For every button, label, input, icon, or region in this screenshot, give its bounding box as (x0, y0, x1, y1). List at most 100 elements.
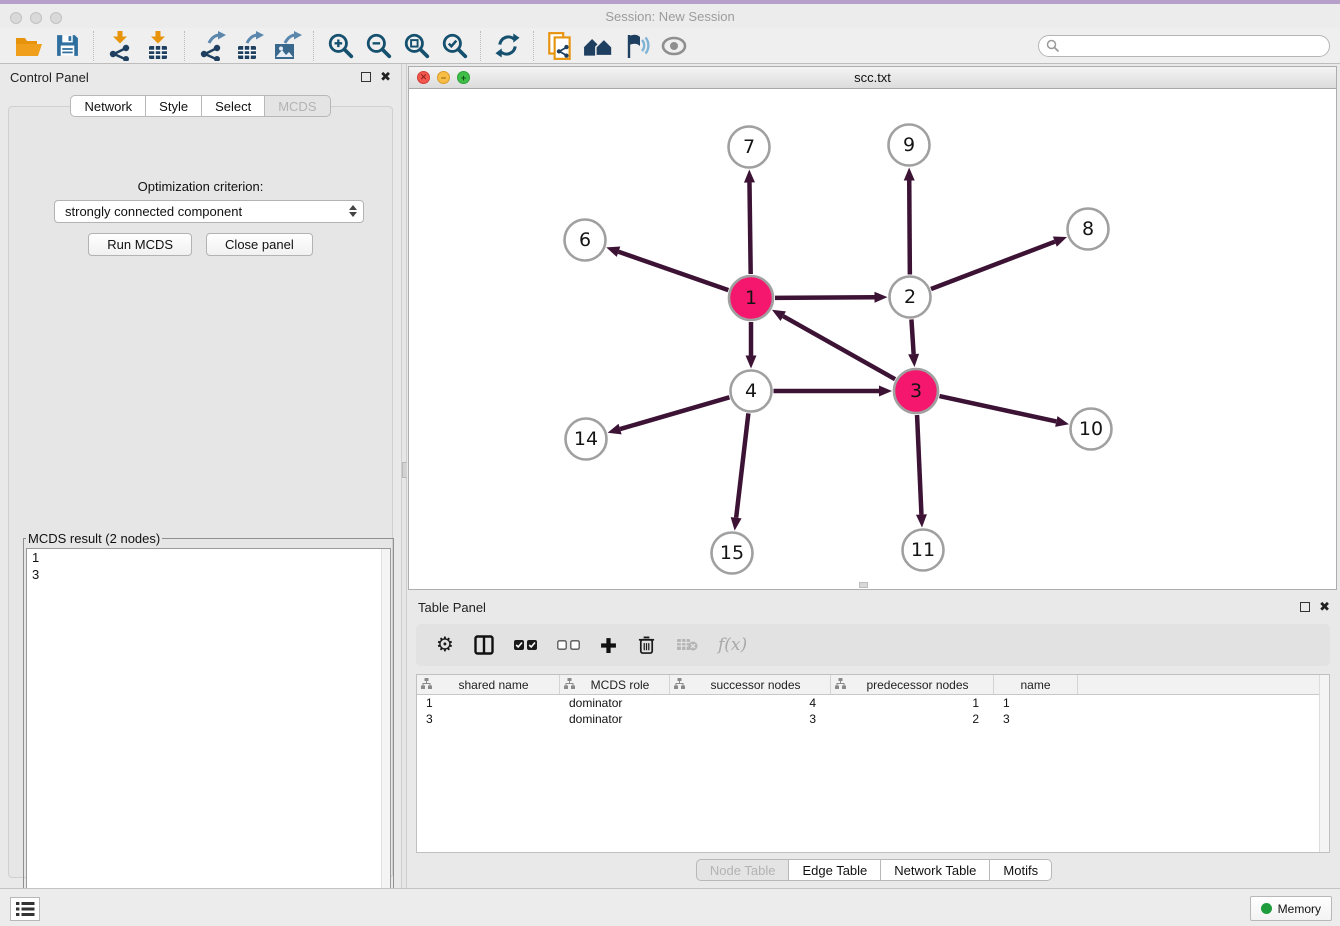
arrowhead-icon (746, 356, 757, 369)
table-cell[interactable]: 1 (417, 695, 560, 711)
search-field-wrap (1038, 35, 1330, 57)
save-session-icon[interactable] (48, 30, 86, 62)
deselect-all-icon[interactable] (557, 640, 580, 650)
zoom-selected-icon[interactable] (435, 30, 473, 62)
zoom-out-icon[interactable] (359, 30, 397, 62)
result-scrollbar[interactable] (381, 549, 390, 909)
column-header-MCDS-role[interactable]: MCDS role (560, 675, 670, 694)
arrowhead-icon (1053, 237, 1067, 247)
window-title: Session: New Session (605, 9, 734, 24)
table-cell[interactable]: 2 (831, 711, 994, 727)
delete-icon[interactable] (637, 635, 656, 655)
edge-2-3[interactable] (911, 319, 913, 354)
edge-4-15[interactable] (736, 413, 748, 517)
zoom-in-icon[interactable] (321, 30, 359, 62)
edge-2-9[interactable] (909, 180, 910, 274)
select-stepper-icon (349, 205, 357, 217)
edge-3-1[interactable] (783, 316, 895, 379)
criterion-select[interactable]: strongly connected component (54, 200, 364, 223)
table-tab-node-table[interactable]: Node Table (696, 859, 790, 881)
column-header-predecessor-nodes[interactable]: predecessor nodes (831, 675, 994, 694)
add-icon[interactable] (600, 637, 617, 654)
close-window-icon[interactable] (10, 12, 22, 24)
table-cell[interactable]: 3 (417, 711, 560, 727)
memory-status-icon (1261, 903, 1272, 914)
edge-3-10[interactable] (939, 396, 1056, 421)
select-all-icon[interactable] (514, 640, 537, 650)
close-table-panel-icon[interactable]: ✖ (1319, 602, 1330, 612)
edge-1-6[interactable] (619, 252, 729, 290)
column-header-successor-nodes[interactable]: successor nodes (670, 675, 831, 694)
show-hide-icon[interactable] (655, 30, 693, 62)
toolbar-separator (93, 31, 94, 61)
column-header-label: predecessor nodes (846, 678, 989, 692)
tab-network[interactable]: Network (70, 95, 146, 117)
import-table-icon[interactable] (139, 30, 177, 62)
tab-style[interactable]: Style (146, 95, 202, 117)
export-network-icon[interactable] (192, 30, 230, 62)
float-panel-icon[interactable] (361, 72, 371, 82)
table-cell[interactable]: dominator (560, 711, 670, 727)
node-label-4: 4 (745, 380, 757, 402)
network-maximize-icon[interactable]: + (457, 71, 470, 84)
titlebar: Session: New Session (0, 4, 1340, 28)
table-scrollbar[interactable] (1319, 675, 1329, 852)
network-window-titlebar[interactable]: ✕ − + scc.txt (409, 67, 1336, 89)
mcds-tab-content: Optimization criterion: strongly connect… (8, 106, 393, 878)
edge-3-11[interactable] (917, 415, 921, 515)
table-cell[interactable]: 1 (994, 695, 1078, 711)
edge-1-2[interactable] (775, 297, 875, 298)
gear-icon[interactable]: ⚙ (436, 635, 454, 655)
window-controls-inactive[interactable] (10, 12, 62, 24)
edge-4-14[interactable] (620, 397, 729, 429)
edge-2-8[interactable] (931, 242, 1055, 289)
table-tab-edge-table[interactable]: Edge Table (789, 859, 881, 881)
column-header-name[interactable]: name (994, 675, 1078, 694)
visual-mapping-icon[interactable] (617, 30, 655, 62)
delete-table-icon[interactable] (676, 637, 698, 653)
network-hscroll-nub[interactable] (859, 582, 868, 588)
network-canvas[interactable]: 1234678910111415 (409, 89, 1336, 589)
table-cell[interactable]: 1 (831, 695, 994, 711)
refresh-icon[interactable] (488, 30, 526, 62)
export-image-icon[interactable] (268, 30, 306, 62)
search-input[interactable] (1038, 35, 1330, 57)
export-table-icon[interactable] (230, 30, 268, 62)
open-session-icon[interactable] (10, 30, 48, 62)
columns-icon[interactable] (474, 635, 494, 655)
minimize-window-icon[interactable] (30, 12, 42, 24)
edge-1-7[interactable] (749, 182, 750, 274)
import-network-icon[interactable] (101, 30, 139, 62)
close-panel-icon[interactable]: ✖ (380, 72, 391, 82)
table-cell[interactable]: 3 (994, 711, 1078, 727)
run-mcds-button[interactable]: Run MCDS (88, 233, 192, 256)
table-row[interactable]: 3dominator323 (417, 711, 1329, 727)
column-header-shared-name[interactable]: shared name (417, 675, 560, 694)
open-network-doc-icon[interactable] (541, 30, 579, 62)
zoom-window-icon[interactable] (50, 12, 62, 24)
table-cell[interactable]: 3 (670, 711, 831, 727)
float-table-panel-icon[interactable] (1300, 602, 1310, 612)
table-toolbar: ⚙ (416, 624, 1330, 666)
show-networks-icon[interactable] (579, 30, 617, 62)
table-row[interactable]: 1dominator411 (417, 695, 1329, 711)
mcds-result-textarea[interactable]: 13 (26, 548, 391, 910)
tab-select[interactable]: Select (202, 95, 265, 117)
tab-mcds[interactable]: MCDS (265, 95, 330, 117)
table-cell[interactable]: 4 (670, 695, 831, 711)
table-cell[interactable]: dominator (560, 695, 670, 711)
network-minimize-icon[interactable]: − (437, 71, 450, 84)
zoom-fit-icon[interactable] (397, 30, 435, 62)
table-tab-motifs[interactable]: Motifs (990, 859, 1052, 881)
node-label-7: 7 (743, 136, 755, 158)
network-close-icon[interactable]: ✕ (417, 71, 430, 84)
memory-button[interactable]: Memory (1250, 896, 1332, 921)
task-history-button[interactable] (10, 897, 40, 921)
arrowhead-icon (874, 292, 887, 303)
node-table[interactable]: shared nameMCDS rolesuccessor nodes prede… (416, 674, 1330, 853)
table-tab-network-table[interactable]: Network Table (881, 859, 990, 881)
close-panel-button[interactable]: Close panel (206, 233, 313, 256)
arrowhead-icon (904, 167, 915, 180)
function-icon[interactable]: f(x) (718, 635, 747, 655)
mcds-result-title: MCDS result (2 nodes) (26, 531, 162, 546)
